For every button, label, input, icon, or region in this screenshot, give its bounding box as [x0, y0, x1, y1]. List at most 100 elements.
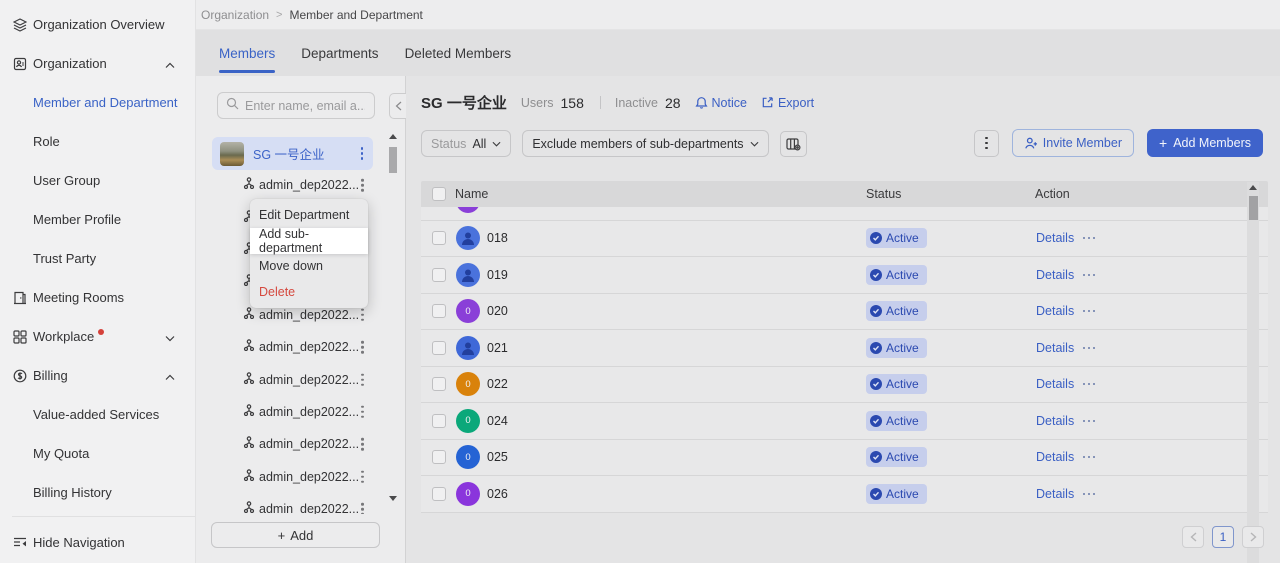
sidebar-item-role[interactable]: Role [0, 122, 195, 161]
check-icon [870, 487, 882, 500]
tab-label: Departments [301, 45, 379, 61]
invite-member-button[interactable]: Invite Member [1011, 129, 1134, 157]
tree-item[interactable]: admin_dep2022... [212, 461, 390, 493]
tree-root-department[interactable]: SG 一号企业 [212, 137, 373, 170]
sidebar-item-organization-overview[interactable]: Organization Overview [0, 5, 195, 44]
kebab-menu-icon[interactable] [357, 175, 368, 196]
row-checkbox[interactable] [432, 267, 446, 282]
details-link[interactable]: Details [1036, 304, 1074, 318]
table-row[interactable]: 0 024 Active Details [421, 403, 1268, 440]
search-input[interactable] [245, 98, 365, 113]
breadcrumb: Organization > Member and Department [196, 0, 1280, 30]
tree-item[interactable]: admin_dep2022... [212, 396, 390, 428]
column-settings-button[interactable] [779, 130, 807, 157]
row-checkbox[interactable] [432, 486, 446, 501]
hide-navigation-button[interactable]: Hide Navigation [0, 524, 195, 560]
notice-link[interactable]: Notice [694, 96, 747, 110]
row-checkbox[interactable] [432, 450, 446, 465]
scrollbar-thumb[interactable] [389, 147, 397, 173]
kebab-menu-icon[interactable] [357, 434, 368, 455]
tree-scrollbar[interactable] [388, 134, 398, 501]
table-row[interactable]: 0 022 Active Details [421, 366, 1268, 403]
table-row[interactable]: 0 025 Active Details [421, 439, 1268, 476]
details-link[interactable]: Details [1036, 268, 1074, 282]
row-checkbox[interactable] [432, 377, 446, 392]
menu-item-add-sub-department[interactable]: Add sub-department [250, 227, 368, 255]
add-members-label: Add Members [1173, 136, 1251, 150]
details-link[interactable]: Details [1036, 341, 1074, 355]
sidebar-item-organization[interactable]: Organization [0, 44, 195, 83]
row-more-icon[interactable] [1081, 489, 1097, 499]
menu-item-move-down[interactable]: Move down [250, 254, 368, 280]
sidebar-item-trust-party[interactable]: Trust Party [0, 239, 195, 278]
details-link[interactable]: Details [1036, 377, 1074, 391]
previous-page-button[interactable] [1182, 526, 1204, 548]
kebab-menu-icon[interactable] [357, 499, 368, 514]
table-row[interactable]: 019 Active Details [421, 257, 1268, 294]
sidebar-item-meeting-rooms[interactable]: Meeting Rooms [0, 278, 195, 317]
menu-item-edit-department[interactable]: Edit Department [250, 202, 368, 228]
kebab-menu-icon[interactable] [357, 143, 368, 164]
add-department-button[interactable]: + Add [211, 522, 380, 548]
next-page-button[interactable] [1242, 526, 1264, 548]
scrollbar-thumb[interactable] [1248, 196, 1258, 220]
kebab-menu-icon[interactable] [357, 337, 368, 358]
select-all-checkbox[interactable] [432, 187, 446, 201]
tree-item[interactable]: admin_dep2022... [212, 428, 390, 460]
row-checkbox[interactable] [432, 231, 446, 246]
tree-item-partial[interactable]: admin_dep2022... [212, 493, 390, 514]
export-link[interactable]: Export [761, 96, 814, 110]
subdepartment-filter-select[interactable]: Exclude members of sub-departments [522, 130, 769, 157]
row-more-icon[interactable] [1081, 416, 1097, 426]
sidebar-item-value-added-services[interactable]: Value-added Services [0, 395, 195, 434]
tree-search[interactable] [217, 92, 375, 119]
sidebar-item-member-profile[interactable]: Member Profile [0, 200, 195, 239]
kebab-menu-icon[interactable] [357, 369, 368, 390]
details-link[interactable]: Details [1036, 487, 1074, 501]
table-scrollbar[interactable] [1247, 182, 1259, 563]
row-checkbox[interactable] [432, 413, 446, 428]
tab-deleted-members[interactable]: Deleted Members [405, 30, 512, 76]
sidebar-item-workplace[interactable]: Workplace [0, 317, 195, 356]
sidebar-item-member-and-department[interactable]: Member and Department [0, 83, 195, 122]
table-row[interactable]: 021 Active Details [421, 330, 1268, 367]
row-more-icon[interactable] [1081, 379, 1097, 389]
scroll-down-arrow[interactable] [389, 496, 397, 501]
status-badge: Active [866, 374, 927, 395]
scroll-up-arrow[interactable] [1249, 185, 1257, 190]
tab-members[interactable]: Members [219, 30, 276, 76]
details-link[interactable]: Details [1036, 231, 1074, 245]
sidebar-item-my-quota[interactable]: My Quota [0, 434, 195, 473]
scroll-up-arrow[interactable] [389, 134, 397, 139]
collapse-panel-button[interactable] [389, 93, 406, 119]
sidebar-item-billing[interactable]: Billing [0, 356, 195, 395]
tree-item[interactable]: admin_dep2022... [212, 331, 390, 363]
row-more-icon[interactable] [1081, 233, 1097, 243]
table-row[interactable]: 0 020 Active Details [421, 293, 1268, 330]
details-link[interactable]: Details [1036, 450, 1074, 464]
breadcrumb-separator: > [276, 8, 283, 21]
sidebar-item-billing-history[interactable]: Billing History [0, 473, 195, 512]
row-more-icon[interactable] [1081, 343, 1097, 353]
pagination: 1 [1182, 526, 1264, 548]
tree-item[interactable]: admin_dep2022... [212, 169, 390, 201]
row-checkbox[interactable] [432, 304, 446, 319]
table-row[interactable]: 018 Active Details [421, 220, 1268, 257]
page-1-button[interactable]: 1 [1212, 526, 1234, 548]
kebab-menu-icon[interactable] [357, 466, 368, 487]
row-more-icon[interactable] [1081, 306, 1097, 316]
status-filter-select[interactable]: Status All [421, 130, 512, 157]
row-more-icon[interactable] [1081, 452, 1097, 462]
sidebar-item-user-group[interactable]: User Group [0, 161, 195, 200]
breadcrumb-organization[interactable]: Organization [201, 8, 269, 22]
table-row[interactable]: 0 026 Active Details [421, 476, 1268, 513]
tab-departments[interactable]: Departments [301, 30, 378, 76]
more-actions-button[interactable] [973, 129, 999, 157]
add-members-button[interactable]: + Add Members [1147, 129, 1263, 157]
row-more-icon[interactable] [1081, 270, 1097, 280]
row-checkbox[interactable] [432, 340, 446, 355]
kebab-menu-icon[interactable] [357, 402, 368, 423]
menu-item-delete[interactable]: Delete [250, 279, 368, 305]
tree-item[interactable]: admin_dep2022... [212, 363, 390, 395]
details-link[interactable]: Details [1036, 414, 1074, 428]
